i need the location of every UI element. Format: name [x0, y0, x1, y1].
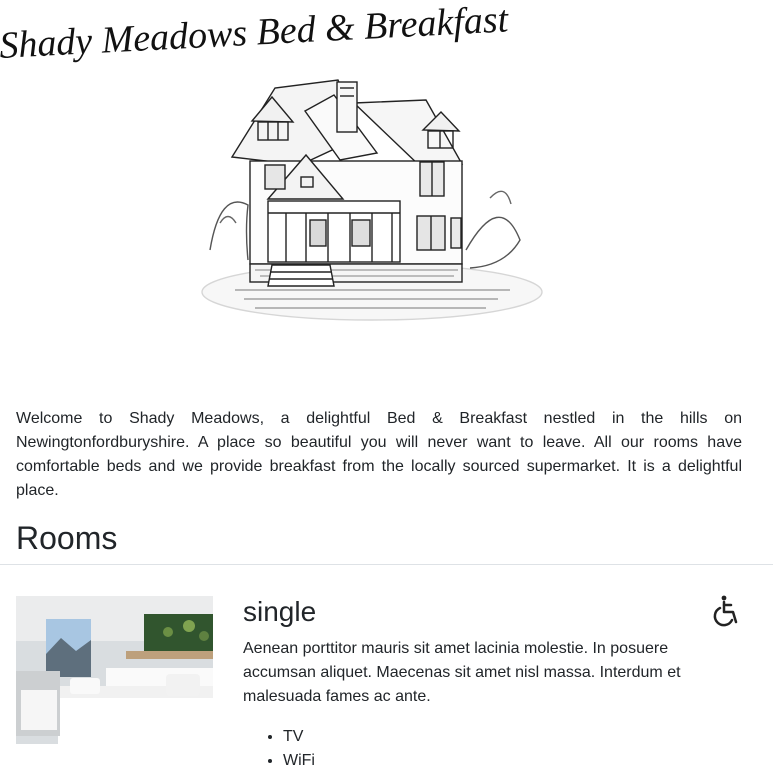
room-type-title: single — [243, 596, 317, 627]
feature-item: TV — [283, 725, 315, 749]
room-features-list: TV WiFi — [243, 725, 315, 773]
site-logo-text: Shady Meadows Bed & Breakfast — [0, 0, 511, 67]
feature-item: WiFi — [283, 749, 315, 773]
room-description: Aenean porttitor mauris sit amet lacinia… — [243, 640, 681, 705]
logo-title-graphic: Shady Meadows Bed & Breakfast — [0, 0, 511, 67]
hero-header: Shady Meadows Bed & Breakfast — [0, 0, 773, 390]
wheelchair-icon — [713, 595, 738, 627]
rooms-divider — [0, 564, 773, 565]
room-photo — [16, 596, 213, 744]
rooms-heading: Rooms — [16, 520, 118, 556]
intro-paragraph: Welcome to Shady Meadows, a delightful B… — [16, 410, 742, 499]
